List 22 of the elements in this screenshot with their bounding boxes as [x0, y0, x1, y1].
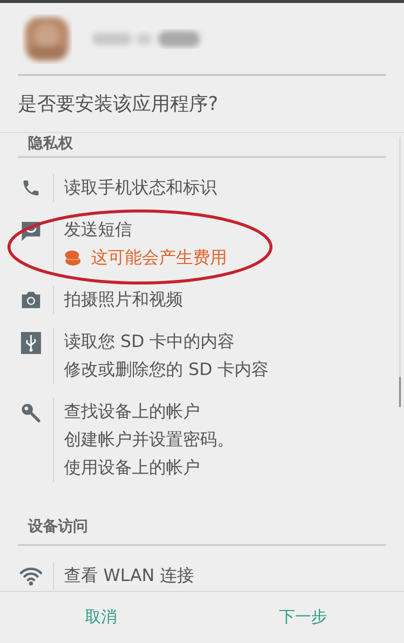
permission-text: 查找设备上的帐户: [64, 401, 200, 424]
permission-text: 查看 WLAN 连接: [64, 565, 194, 588]
permission-text: 使用设备上的帐户: [64, 457, 200, 480]
key-icon: [20, 402, 42, 424]
next-button[interactable]: 下一步: [202, 592, 404, 643]
permission-text: 创建帐户并设置密码。: [64, 429, 234, 452]
phone-icon: [20, 178, 40, 198]
message-icon: [20, 220, 42, 242]
usb-icon: [20, 332, 40, 354]
permission-text: 修改或删除您的 SD 卡内容: [64, 359, 269, 382]
permission-text: 发送短信: [64, 219, 132, 242]
section-title: 隐私权: [28, 134, 73, 152]
section-title: 设备访问: [28, 517, 88, 535]
coins-icon: [64, 250, 81, 266]
cost-warning: 这可能会产生费用: [91, 247, 227, 270]
cancel-button[interactable]: 取消: [0, 592, 202, 643]
permission-text: 拍摄照片和视频: [64, 289, 183, 312]
camera-icon: [20, 290, 42, 310]
permission-text: 读取您 SD 卡中的内容: [64, 331, 235, 354]
dialog-question: 是否要安装该应用程序?: [0, 76, 404, 133]
permission-text: 读取手机状态和标识: [64, 177, 217, 200]
wifi-icon: [18, 566, 42, 586]
